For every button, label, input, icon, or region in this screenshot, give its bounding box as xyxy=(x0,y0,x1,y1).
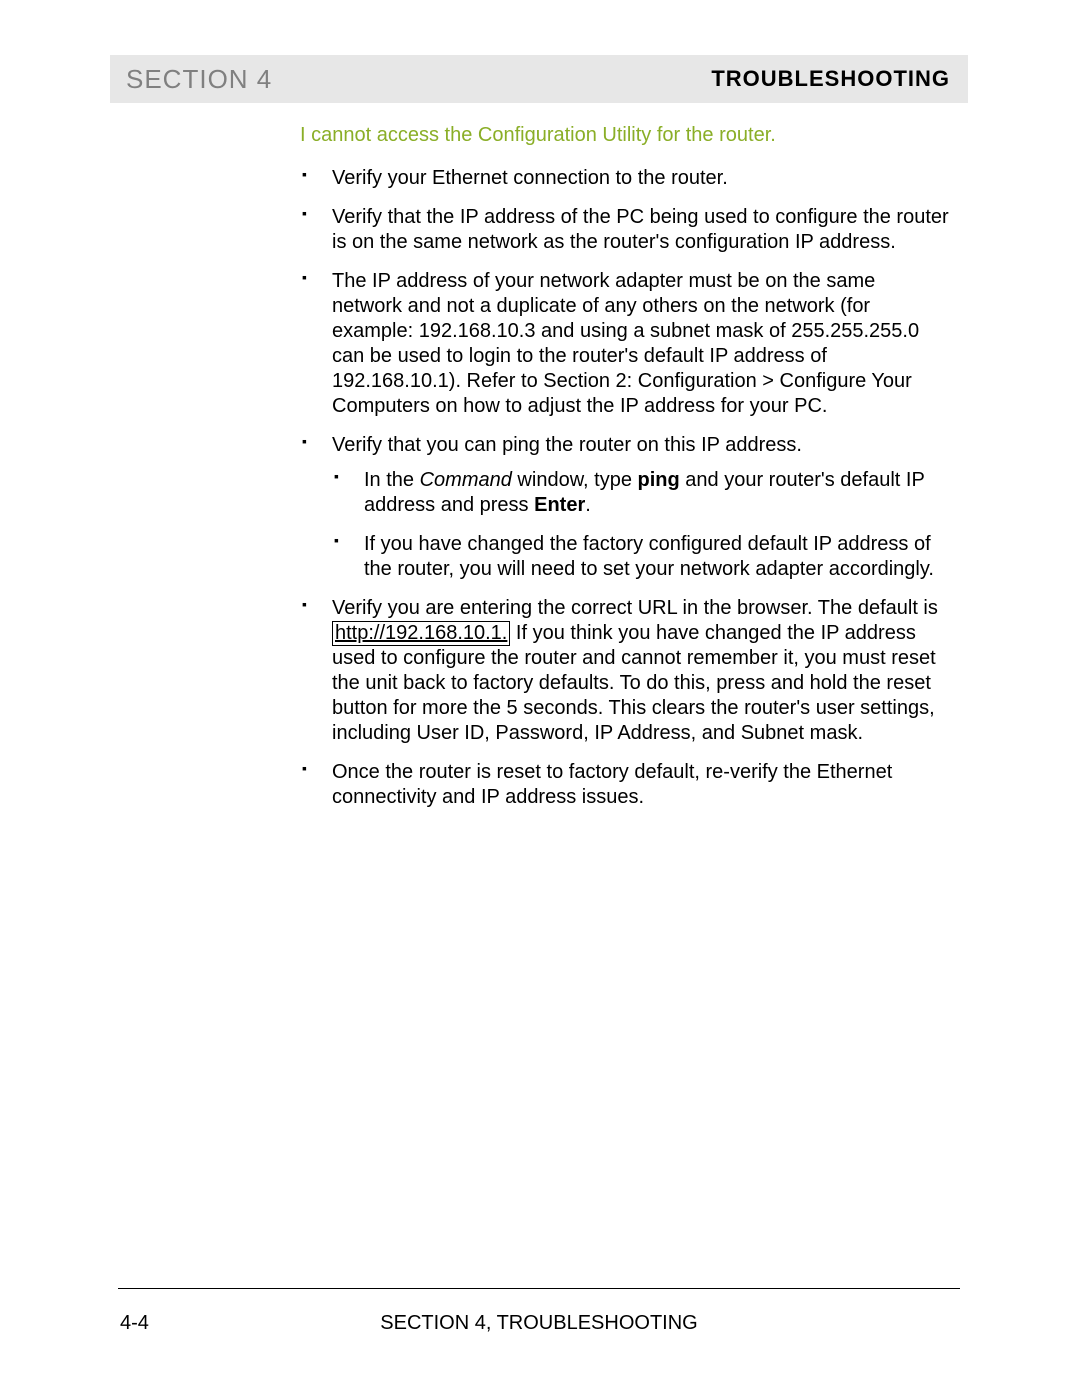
page-number: 4-4 xyxy=(120,1312,149,1335)
default-url-link[interactable]: http://192.168.10.1. xyxy=(332,621,510,646)
list-item: The IP address of your network adapter m… xyxy=(300,269,950,419)
footer-rule xyxy=(118,1288,960,1289)
list-item: If you have changed the factory configur… xyxy=(332,532,950,582)
page-footer: 4-4 SECTION 4, TROUBLESHOOTING xyxy=(110,1312,968,1335)
list-item: Verify your Ethernet connection to the r… xyxy=(300,166,950,191)
text-run: . xyxy=(585,494,591,516)
content-area: I cannot access the Configuration Utilit… xyxy=(300,123,950,810)
text-italic-command: Command xyxy=(420,469,512,491)
topic-heading: I cannot access the Configuration Utilit… xyxy=(300,123,950,148)
section-title: TROUBLESHOOTING xyxy=(711,66,950,92)
text-bold-enter: Enter xyxy=(534,494,585,516)
text-bold-ping: ping xyxy=(638,469,680,491)
section-label: SECTION 4 xyxy=(126,64,272,95)
list-item: Once the router is reset to factory defa… xyxy=(300,760,950,810)
bullet-list: Verify your Ethernet connection to the r… xyxy=(300,166,950,810)
list-item: In the Command window, type ping and you… xyxy=(332,468,950,518)
text-run: In the xyxy=(364,469,420,491)
text-run: window, type xyxy=(512,469,638,491)
list-item: Verify that you can ping the router on t… xyxy=(300,433,950,582)
sub-bullet-list: In the Command window, type ping and you… xyxy=(332,468,950,582)
footer-section-label: SECTION 4, TROUBLESHOOTING xyxy=(110,1312,968,1335)
list-item: Verify you are entering the correct URL … xyxy=(300,596,950,746)
list-item-text: Verify that you can ping the router on t… xyxy=(332,434,802,456)
section-header-bar: SECTION 4 TROUBLESHOOTING xyxy=(110,55,968,103)
page-body: SECTION 4 TROUBLESHOOTING I cannot acces… xyxy=(110,55,968,824)
text-run: Verify you are entering the correct URL … xyxy=(332,597,938,619)
list-item: Verify that the IP address of the PC bei… xyxy=(300,205,950,255)
